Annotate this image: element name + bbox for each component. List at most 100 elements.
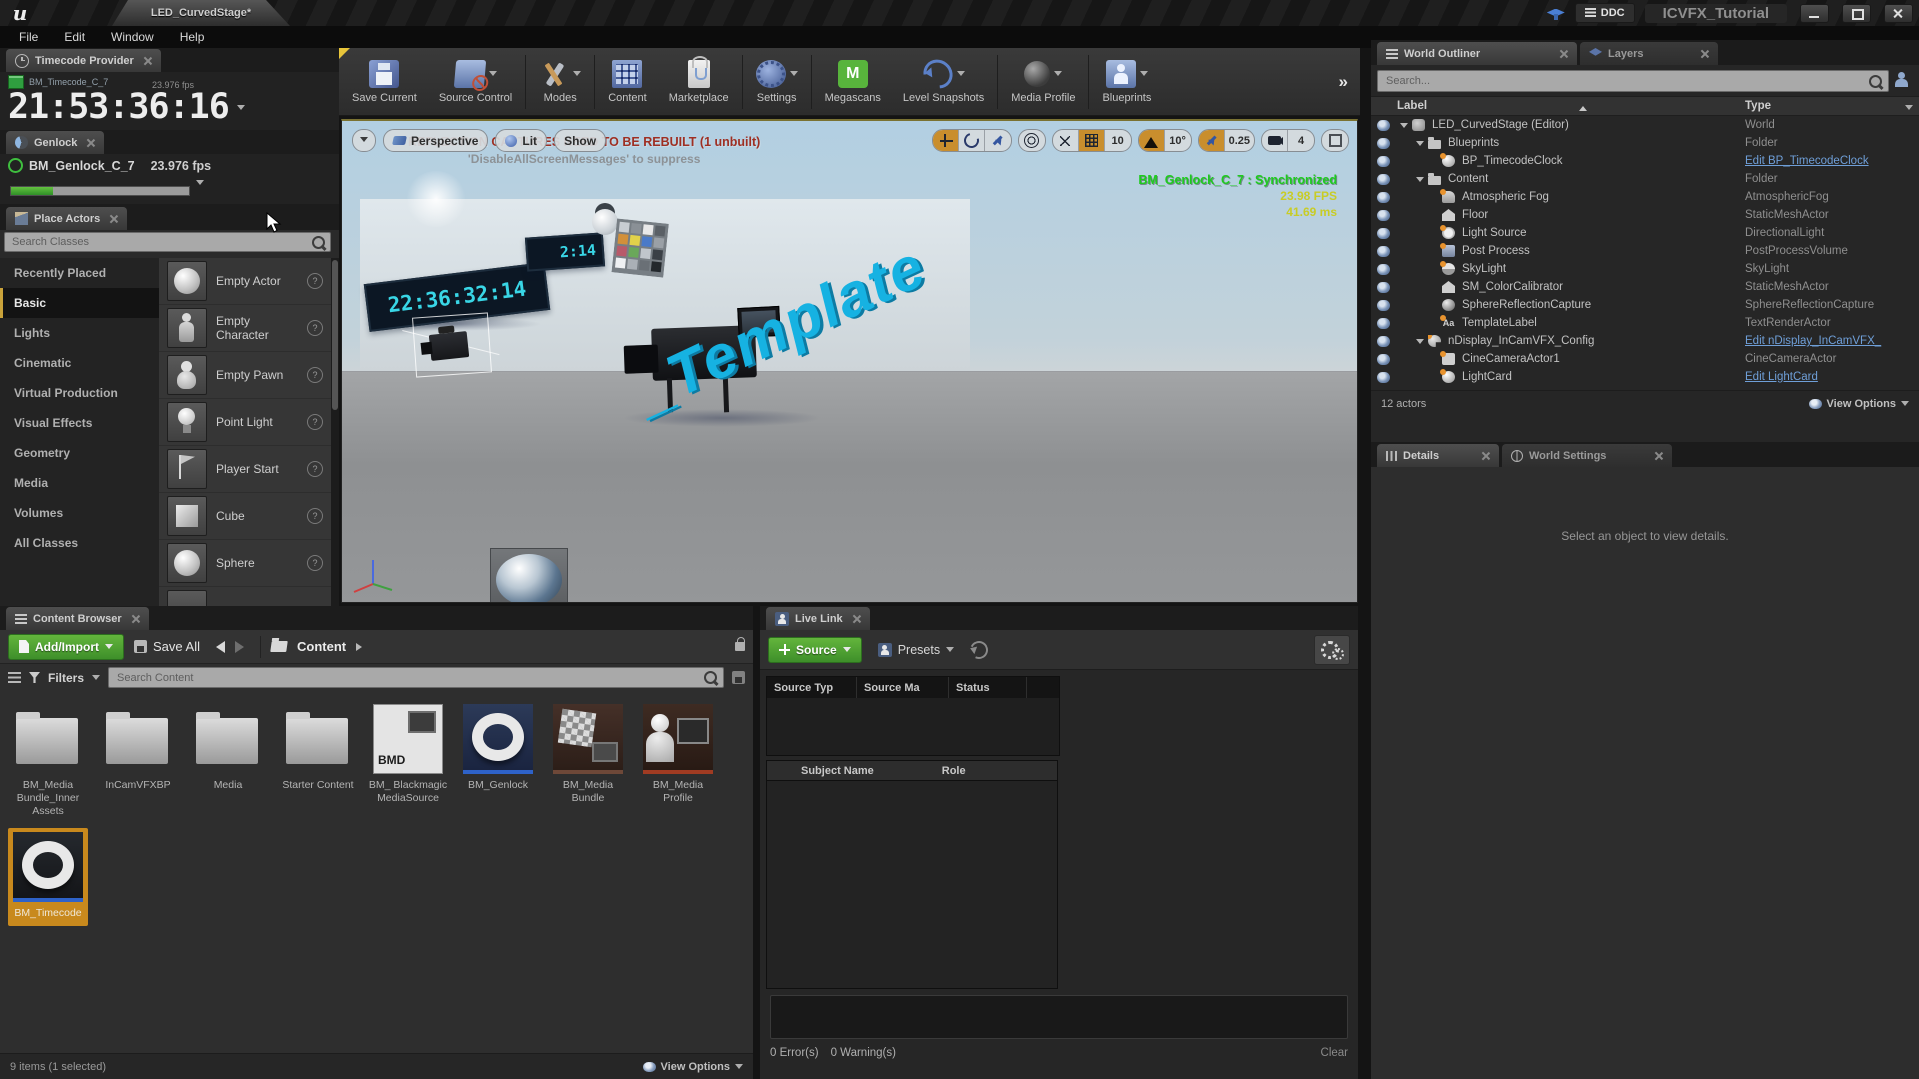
expand-arrow-icon[interactable] — [1400, 123, 1408, 132]
tab-place-actors[interactable]: Place Actors — [6, 207, 127, 230]
angle-snap-icon[interactable] — [1139, 130, 1165, 151]
refresh-icon[interactable] — [968, 638, 991, 661]
chevron-down-icon[interactable] — [1054, 71, 1062, 80]
chevron-down-icon[interactable] — [1140, 71, 1148, 80]
scrollbar[interactable] — [331, 258, 339, 606]
visibility-eye-icon[interactable] — [1377, 138, 1390, 149]
expand-arrow-icon[interactable] — [1416, 339, 1424, 348]
menu-help[interactable]: Help — [167, 30, 218, 44]
close-icon[interactable] — [1482, 452, 1490, 460]
category-visual-effects[interactable]: Visual Effects — [0, 408, 159, 438]
outliner-search-input[interactable] — [1384, 74, 1869, 88]
chevron-down-icon[interactable] — [957, 71, 965, 80]
edit-blueprint-link[interactable]: Edit BP_TimecodeClock — [1745, 155, 1869, 167]
back-arrow-icon[interactable] — [210, 641, 225, 653]
list-item[interactable]: Empty Pawn? — [159, 352, 331, 399]
tab-content-browser[interactable]: Content Browser — [6, 607, 149, 630]
move-tool-icon[interactable] — [933, 130, 959, 151]
list-item[interactable]: Cube? — [159, 493, 331, 540]
edit-lightcard-link[interactable]: Edit LightCard — [1745, 371, 1818, 383]
category-volumes[interactable]: Volumes — [0, 498, 159, 528]
table-row[interactable]: AaTemplateLabelTextRenderActor — [1371, 314, 1919, 332]
sort-ascending-icon[interactable] — [1579, 102, 1587, 111]
help-icon[interactable]: ? — [307, 414, 323, 430]
visibility-eye-icon[interactable] — [1377, 246, 1390, 257]
table-row[interactable]: FloorStaticMeshActor — [1371, 206, 1919, 224]
close-icon[interactable] — [110, 215, 118, 223]
view-options-button[interactable]: View Options — [1809, 397, 1909, 410]
label-column-header[interactable]: Label — [1397, 100, 1427, 112]
visibility-eye-icon[interactable] — [1377, 192, 1390, 203]
close-button[interactable] — [1884, 4, 1913, 23]
help-icon[interactable]: ? — [307, 273, 323, 289]
menu-edit[interactable]: Edit — [51, 30, 98, 44]
category-lights[interactable]: Lights — [0, 318, 159, 348]
scale-snap-value[interactable]: 0.25 — [1225, 130, 1254, 151]
folder-tile[interactable]: Media — [188, 704, 268, 818]
level-viewport[interactable]: 22:36:32:14 2:14 _Template — [341, 119, 1358, 603]
close-icon[interactable] — [144, 57, 152, 65]
table-row[interactable]: ContentFolder — [1371, 170, 1919, 188]
table-row[interactable]: SM_ColorCalibratorStaticMeshActor — [1371, 278, 1919, 296]
help-icon[interactable]: ? — [307, 367, 323, 383]
grid-snap-value[interactable]: 10 — [1105, 130, 1131, 151]
visibility-eye-icon[interactable] — [1377, 336, 1390, 347]
blueprints-button[interactable]: Blueprints — [1091, 56, 1162, 108]
category-media[interactable]: Media — [0, 468, 159, 498]
table-row[interactable]: nDisplay_InCamVFX_ConfigEdit nDisplay_In… — [1371, 332, 1919, 350]
menu-window[interactable]: Window — [98, 30, 167, 44]
subject-table-body[interactable] — [766, 781, 1058, 989]
maximize-button[interactable] — [1842, 4, 1871, 23]
visibility-eye-icon[interactable] — [1377, 354, 1390, 365]
sources-panel-icon[interactable] — [8, 672, 21, 683]
list-item[interactable]: Player Start? — [159, 446, 331, 493]
column-role[interactable]: Role — [942, 765, 966, 777]
category-cinematic[interactable]: Cinematic — [0, 348, 159, 378]
grid-snap-icon[interactable] — [1079, 130, 1105, 151]
edit-ndisplay-link[interactable]: Edit nDisplay_InCamVFX_ — [1745, 335, 1881, 347]
scale-snap-icon[interactable] — [1199, 130, 1225, 151]
chevron-down-icon[interactable] — [1905, 105, 1913, 114]
column-source-machine[interactable]: Source Ma — [857, 677, 949, 698]
viewport-options-button[interactable] — [352, 129, 376, 152]
marketplace-button[interactable]: Marketplace — [658, 56, 740, 108]
chevron-down-icon[interactable] — [196, 180, 204, 189]
visibility-eye-icon[interactable] — [1377, 120, 1390, 131]
folder-tile[interactable]: Starter Content — [278, 704, 358, 818]
tab-timecode-provider[interactable]: Timecode Provider — [6, 49, 161, 72]
lit-mode-button[interactable]: Lit — [495, 129, 547, 152]
table-row[interactable]: Atmospheric FogAtmosphericFog — [1371, 188, 1919, 206]
column-source-type[interactable]: Source Typ — [767, 677, 857, 698]
visibility-eye-icon[interactable] — [1377, 174, 1390, 185]
show-button[interactable]: Show — [554, 129, 606, 152]
folder-tile[interactable]: BM_Media Bundle_Inner Assets — [8, 704, 88, 818]
camera-speed-value[interactable]: 4 — [1288, 130, 1314, 151]
list-item[interactable]: Sphere? — [159, 540, 331, 587]
world-space-icon[interactable] — [1019, 130, 1045, 151]
list-item[interactable]: Empty Actor? — [159, 258, 331, 305]
search-content-input[interactable] — [115, 671, 704, 685]
tab-genlock[interactable]: Genlock — [6, 131, 104, 154]
lock-icon[interactable] — [735, 642, 745, 651]
asset-tile[interactable]: BM_Genlock — [458, 704, 538, 818]
help-icon[interactable]: ? — [307, 555, 323, 571]
scale-tool-icon[interactable] — [985, 130, 1011, 151]
column-subject-name[interactable]: Subject Name — [801, 765, 874, 777]
list-item[interactable]: Point Light? — [159, 399, 331, 446]
message-log-box[interactable] — [770, 995, 1348, 1039]
add-source-button[interactable]: Source — [768, 637, 862, 663]
chevron-down-icon[interactable] — [573, 71, 581, 80]
visibility-eye-icon[interactable] — [1377, 156, 1390, 167]
close-icon[interactable] — [853, 615, 861, 623]
table-row[interactable]: SphereReflectionCaptureSphereReflectionC… — [1371, 296, 1919, 314]
table-row[interactable]: CineCameraActor1CineCameraActor — [1371, 350, 1919, 368]
source-control-button[interactable]: Source Control — [428, 56, 523, 108]
table-row[interactable]: BP_TimecodeClockEdit BP_TimecodeClock — [1371, 152, 1919, 170]
level-tab[interactable]: LED_CurvedStage* — [112, 0, 290, 26]
minimize-button[interactable] — [1800, 4, 1829, 23]
asset-tile[interactable]: BM_Media Bundle — [548, 704, 628, 818]
visibility-eye-icon[interactable] — [1377, 264, 1390, 275]
category-basic[interactable]: Basic — [0, 288, 159, 318]
table-row[interactable]: BlueprintsFolder — [1371, 134, 1919, 152]
asset-tile-selected[interactable]: BM_Timecode — [8, 828, 88, 925]
